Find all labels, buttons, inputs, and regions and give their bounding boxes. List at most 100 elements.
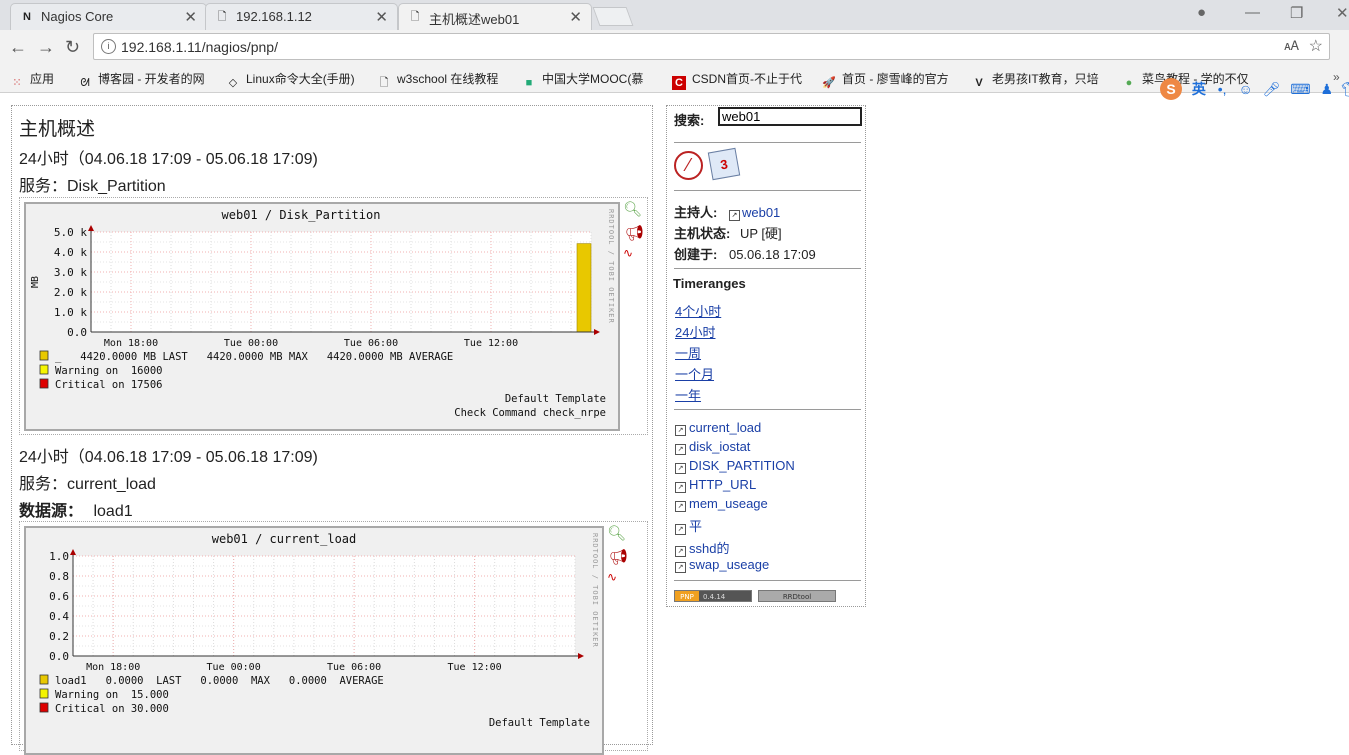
y-tick-label: 1.0 k [54,306,87,319]
service-link-label: current_load [689,420,762,435]
external-link-icon: ↗ [675,463,686,474]
punctuation-icon[interactable]: •, [1218,81,1227,97]
new-tab-button[interactable] [592,7,634,26]
back-icon[interactable]: ← [9,37,27,58]
close-tab-icon[interactable]: ✕ [569,8,582,26]
tab-nagios-core[interactable]: N Nagios Core ✕ [10,3,207,30]
y-axis-arrow [70,549,76,555]
y-tick-label: 0.4 [49,610,69,623]
service-link-swap-useage[interactable]: ↗ swap_useage [675,557,769,573]
state-label: 主机状态: [674,226,731,241]
x-tick-label: Tue 00:00 [207,662,261,673]
host-row: 主持人: ↗ web01 [674,202,780,221]
tab-title: 主机概述web01 [429,12,520,27]
bookmark-cnblogs[interactable]: ᘛ 博客园 - 开发者的网 [78,70,205,90]
close-tab-icon[interactable]: ✕ [184,8,197,26]
calendar-icon[interactable]: 3 [707,147,741,181]
host-link[interactable]: web01 [742,205,780,220]
legend-entry: load1 0.0000 LAST 0.0000 MAX 0.0000 AVER… [55,675,384,687]
bookmark-w3school[interactable]: 🗋 w3school 在线教程 [377,70,499,90]
service-link-http-url[interactable]: ↗ HTTP_URL [675,477,756,493]
search-input[interactable] [718,107,862,126]
rrdtool-badge[interactable]: RRDtool [758,590,836,602]
pdf-export-icon[interactable]: ⁄ [674,151,703,180]
bookmark-label: 应用 [30,72,55,86]
datasource-heading: 数据源： load1 [19,497,133,521]
datasource-label: 数据源： [19,503,84,520]
forward-icon[interactable]: → [37,37,55,58]
timerange-link-4h[interactable]: 4个小时 [675,301,721,320]
url-text: 192.168.1.11/nagios/pnp/ [121,39,278,55]
external-link-icon: ↗ [675,546,686,557]
address-bar[interactable]: i 192.168.1.11/nagios/pnp/ 🗚 ☆ [93,33,1330,60]
bookmark-liaoxuefeng[interactable]: 🚀 首页 - 廖雪峰的官方 [822,70,949,90]
service-link-label: 平 [689,519,703,534]
y-tick-label: 0.8 [49,570,69,583]
tab-title: Nagios Core [41,9,114,24]
timerange-link-month[interactable]: 一个月 [675,364,714,383]
zoom-icon[interactable]: 🔍︎ [623,200,642,218]
ime-language-label[interactable]: 英 [1192,81,1206,97]
skin-icon[interactable]: 👕︎ [1341,81,1349,97]
external-link-icon: ↗ [675,482,686,493]
microphone-icon[interactable]: 🎤︎ [1263,81,1281,97]
sogou-logo-icon: S [1160,78,1182,100]
service-link-sshd[interactable]: ↗ sshd的 [675,538,729,557]
y-tick-label: 0.0 [49,650,69,663]
service-link-disk-partition[interactable]: ↗ DISK_PARTITION [675,458,795,474]
timerange-heading: 24小时（04.06.18 17:09 - 05.06.18 17:09) [19,151,318,168]
keyboard-icon[interactable]: ⌨ [1290,81,1310,97]
profile-icon[interactable]: ● [1197,4,1206,21]
service-link-disk-iostat[interactable]: ↗ disk_iostat [675,439,750,455]
speaker-icon[interactable]: 📢︎ [625,224,644,242]
tab-host-overview[interactable]: 🗋 主机概述web01 ✕ [398,3,592,30]
service-link-mem-useage[interactable]: ↗ mem_useage [675,496,768,512]
close-window-icon[interactable]: ✕ [1336,4,1349,22]
graph-current-load[interactable]: web01 / current_load 1.0 0.8 0.6 0.4 0.2 0.0 Mo… [24,526,604,755]
reload-icon[interactable]: ↻ [65,37,80,58]
service-heading: 服务：current_load [19,476,156,493]
emoji-icon[interactable]: ☺ [1238,81,1252,97]
pnp-version-badge[interactable]: PNP 0.4.14 [674,590,752,602]
bookmark-apps[interactable]: ⁙ 应用 [10,70,54,90]
tab-192-168-1-12[interactable]: 🗋 192.168.1.12 ✕ [205,3,398,30]
sparkline-icon[interactable]: ∿ [607,570,617,584]
bookmark-label: 老男孩IT教育，只培 [992,72,1099,86]
ime-toolbar[interactable]: S 英 •, ☺ 🎤︎ ⌨ ♟ 👕︎ [1160,78,1349,100]
minimize-icon[interactable]: — [1245,4,1260,21]
graph-disk-partition[interactable]: web01 / Disk_Partition MB 5.0 k 4.0 k 3.0 k 2… [24,202,620,431]
speaker-icon[interactable]: 📢︎ [609,548,628,566]
current-load-chart: web01 / current_load 1.0 0.8 0.6 0.4 0.2 0.0 Mo… [39,532,599,729]
translate-icon[interactable]: 🗚 [1284,38,1299,54]
info-icon[interactable]: i [101,39,116,54]
bookmark-csdn[interactable]: C CSDN首页-不止于代 [672,70,802,90]
y-tick-label: 0.0 [67,326,87,339]
timerange-link-year[interactable]: 一年 [675,385,701,404]
bookmark-label: 博客园 - 开发者的网 [98,72,205,86]
external-link-icon: ↗ [675,444,686,455]
timerange-link-week[interactable]: 一周 [675,343,701,362]
bookmark-star-icon[interactable]: ☆ [1309,36,1323,56]
service-link-label: disk_iostat [689,439,751,454]
zoom-icon[interactable]: 🔍︎ [607,524,626,542]
rrdtool-watermark: RRDTOOL / TOBI OETIKER [607,209,615,324]
service-link-current-load[interactable]: ↗ current_load [675,420,761,436]
bookmark-label: 中国大学MOOC(慕 [542,72,644,86]
service-link-label: swap_useage [689,557,770,572]
timerange-link-24h[interactable]: 24小时 [675,322,715,341]
close-tab-icon[interactable]: ✕ [375,8,388,26]
bookmark-mooc[interactable]: ■ 中国大学MOOC(慕 [522,70,644,90]
restore-icon[interactable]: ❐ [1290,4,1303,22]
linux-icon: ◇ [228,77,238,89]
chart-title: web01 / current_load [212,532,357,546]
footer-text: Default Template [489,717,590,729]
bookmark-linux[interactable]: ◇ Linux命令大全(手册) [226,70,355,90]
bookmark-oldboy[interactable]: V 老男孩IT教育，只培 [972,70,1099,90]
csdn-icon: C [672,76,686,90]
state-value: UP [硬] [739,226,782,241]
service-link-ping[interactable]: ↗ 平 [675,516,702,535]
y-tick-label: 0.6 [49,590,69,603]
user-icon[interactable]: ♟ [1320,81,1333,97]
sparkline-icon[interactable]: ∿ [623,246,633,260]
service-link-label: mem_useage [689,496,768,511]
